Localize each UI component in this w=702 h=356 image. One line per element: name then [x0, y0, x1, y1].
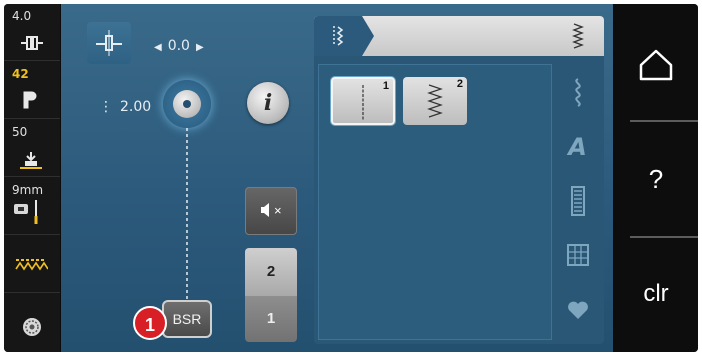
bobbin-icon [23, 318, 41, 336]
straight-stitch-icon [362, 85, 364, 121]
mute-x-label: × [274, 203, 282, 218]
arrow-right-icon[interactable]: ▶ [196, 42, 204, 53]
practical-stitches-tab[interactable] [314, 16, 376, 56]
presser-foot-value: 42 [12, 67, 29, 81]
stitch-panel-header [314, 16, 604, 56]
needle-position-value: 0.0 [167, 38, 190, 54]
knob-dot [183, 100, 191, 108]
needle-plate-value: 9mm [12, 183, 44, 197]
alphabet-icon: A [568, 133, 587, 161]
presser-foot-pressure-icon [20, 152, 42, 169]
counter-button-1[interactable]: 1 [245, 296, 297, 342]
needle-plate-button[interactable]: 9mm [4, 178, 60, 235]
left-toolbar: 4.0 42 50 9mm [4, 4, 60, 352]
mute-button[interactable]: × [245, 187, 297, 235]
knob-face [173, 90, 201, 118]
presser-foot-icon [23, 91, 37, 109]
needle-position-icon [96, 30, 122, 56]
buttonhole-icon [570, 186, 585, 216]
stitch-guide-line [186, 128, 188, 328]
stitch-width-button[interactable]: 4.0 [4, 4, 60, 61]
right-sidebar: ? clr [614, 4, 698, 352]
quilt-stitch-icon [566, 244, 589, 266]
clear-button[interactable]: clr [614, 236, 698, 352]
zigzag-stitch-icon [427, 84, 443, 118]
stitch-length-value: 2.00 [120, 99, 152, 115]
presser-foot-pressure-button[interactable]: 50 [4, 120, 60, 177]
needle-position-control[interactable]: ◀ 0.0 ▶ [154, 38, 204, 54]
stitch-width-icon [21, 36, 43, 50]
stitch-length-icon: ⋮ [99, 99, 113, 115]
arrow-left-icon[interactable]: ◀ [154, 42, 162, 53]
stitch-length-control[interactable]: ⋮ 2.00 [99, 99, 151, 115]
category-favorites[interactable] [555, 286, 600, 332]
home-button[interactable] [614, 4, 698, 120]
stitch-width-value: 4.0 [12, 9, 32, 23]
main-area: ◀ 0.0 ▶ ⋮ 2.00 i × 2 1 BSR 1 1 2 A [61, 4, 613, 352]
stitch-category-column: A [555, 64, 600, 340]
category-practical[interactable] [555, 72, 600, 118]
stitch-tile-2[interactable]: 2 [403, 77, 467, 125]
stitch-pattern-icon [15, 259, 48, 271]
needle-position-button[interactable] [87, 22, 131, 64]
help-button[interactable]: ? [614, 122, 698, 238]
stitch-grid: 1 2 [318, 64, 552, 340]
bsr-button[interactable]: BSR [162, 300, 212, 338]
zigzag-header-icon [572, 23, 584, 49]
home-icon [639, 49, 673, 81]
stitch-number: 1 [382, 80, 389, 92]
bobbin-button[interactable] [4, 294, 60, 351]
callout-badge: 1 [133, 306, 167, 340]
stitch-tile-1[interactable]: 1 [331, 77, 395, 125]
counter-button-2[interactable]: 2 [245, 248, 297, 296]
speaker-icon [261, 203, 269, 217]
stitch-length-knob[interactable] [163, 80, 211, 128]
stitch-pattern-button[interactable] [4, 236, 60, 293]
presser-foot-button[interactable]: 42 [4, 62, 60, 119]
category-quilt[interactable] [555, 232, 600, 278]
stitch-selection-panel: 1 2 A [314, 16, 604, 344]
category-alphabet[interactable]: A [555, 124, 600, 170]
presser-foot-pressure-value: 50 [12, 125, 28, 139]
sewing-machine-screen: 4.0 42 50 9mm ◀ 0.0 ▶ ⋮ 2.00 i × 2 1 BSR… [4, 4, 698, 352]
stitch-number: 2 [456, 78, 463, 90]
info-button[interactable]: i [247, 82, 289, 124]
tab-stitch-icon [333, 26, 344, 46]
needle-plate-icon [14, 200, 38, 224]
category-buttonhole[interactable] [555, 178, 600, 224]
favorites-icon [567, 301, 588, 319]
practical-stitch-icon [574, 78, 581, 107]
